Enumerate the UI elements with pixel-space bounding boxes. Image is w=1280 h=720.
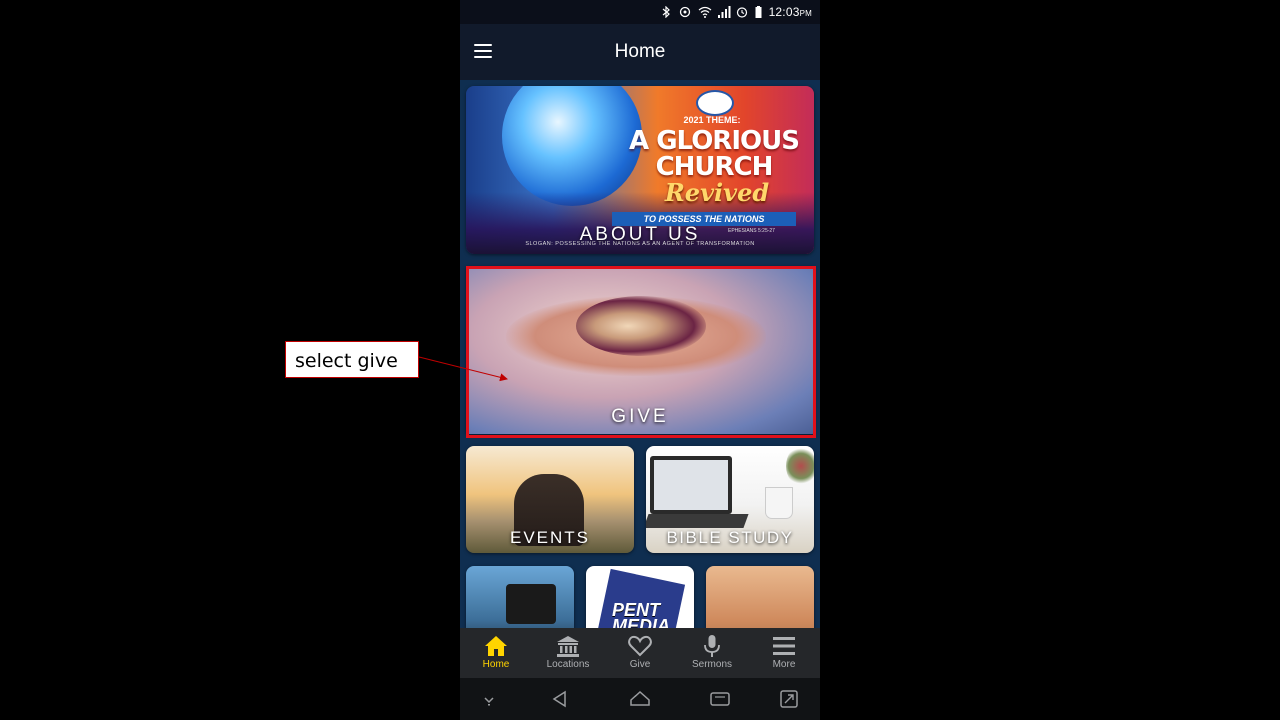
back-icon[interactable]	[549, 688, 571, 710]
theme-title-line2: CHURCH	[655, 152, 774, 182]
annotation-arrow	[419, 356, 508, 382]
give-label: GIVE	[611, 406, 669, 427]
plant-image	[786, 446, 814, 486]
bank-building-icon	[557, 636, 579, 657]
bottom-navigation: Home Locations Give Sermons More	[460, 628, 820, 678]
church-logo	[696, 90, 734, 116]
home-outline-icon[interactable]	[629, 688, 651, 710]
annotation-callout: select give	[285, 341, 419, 378]
app-bar: Home	[460, 24, 820, 80]
camera-image	[506, 584, 556, 624]
nav-locations[interactable]: Locations	[532, 628, 604, 678]
give-card[interactable]: GIVE	[466, 266, 814, 434]
events-card[interactable]: EVENTS	[466, 446, 634, 553]
annotation-callout-text: select give	[295, 350, 398, 372]
battery-icon	[755, 6, 762, 18]
system-navigation-bar	[460, 678, 820, 720]
status-icons: 12:03PM	[660, 5, 812, 19]
alarm-icon	[736, 6, 748, 18]
theme-year-text: 2021 THEME:	[683, 115, 741, 125]
nav-give[interactable]: Give	[604, 628, 676, 678]
bible-study-card[interactable]: BIBLE STUDY	[646, 446, 814, 553]
recents-icon[interactable]	[709, 688, 731, 710]
nav-home-label: Home	[482, 659, 510, 670]
sync-icon	[679, 6, 691, 18]
home-icon	[485, 636, 507, 656]
nav-more[interactable]: More	[748, 628, 820, 678]
laptop-base	[646, 514, 749, 528]
hide-keyboard-icon[interactable]	[478, 688, 500, 710]
nav-more-label: More	[772, 659, 796, 670]
signal-icon	[717, 6, 731, 18]
bluetooth-icon	[660, 6, 672, 18]
page-title: Home	[614, 41, 666, 62]
theme-title-line1: A GLORIOUS	[629, 126, 800, 156]
events-label: EVENTS	[509, 528, 591, 547]
theme-revived-text: Revived	[664, 178, 770, 207]
heart-icon	[628, 635, 652, 657]
bible-study-label: BIBLE STUDY	[666, 528, 794, 547]
about-us-card[interactable]: 2021 THEME: A GLORIOUS CHURCH Revived TO…	[466, 86, 814, 254]
menu-lines-icon	[773, 637, 795, 655]
status-bar: 12:03PM	[460, 0, 820, 24]
nav-locations-label: Locations	[546, 659, 590, 670]
nav-give-label: Give	[629, 659, 651, 670]
mug-image	[766, 488, 792, 518]
wifi-icon	[698, 6, 711, 18]
laptop-image	[650, 456, 732, 514]
dried-flowers-image	[576, 296, 706, 356]
status-clock: 12:03PM	[769, 5, 812, 19]
microphone-icon	[704, 635, 720, 657]
screen-rotate-icon[interactable]	[778, 688, 800, 710]
clock-time: 12:03	[768, 5, 800, 19]
clock-ampm: PM	[799, 9, 812, 18]
about-us-label: ABOUT US	[579, 224, 701, 245]
nav-sermons-label: Sermons	[691, 659, 732, 670]
right-background	[820, 0, 1280, 720]
nav-home[interactable]: Home	[460, 628, 532, 678]
nav-sermons[interactable]: Sermons	[676, 628, 748, 678]
